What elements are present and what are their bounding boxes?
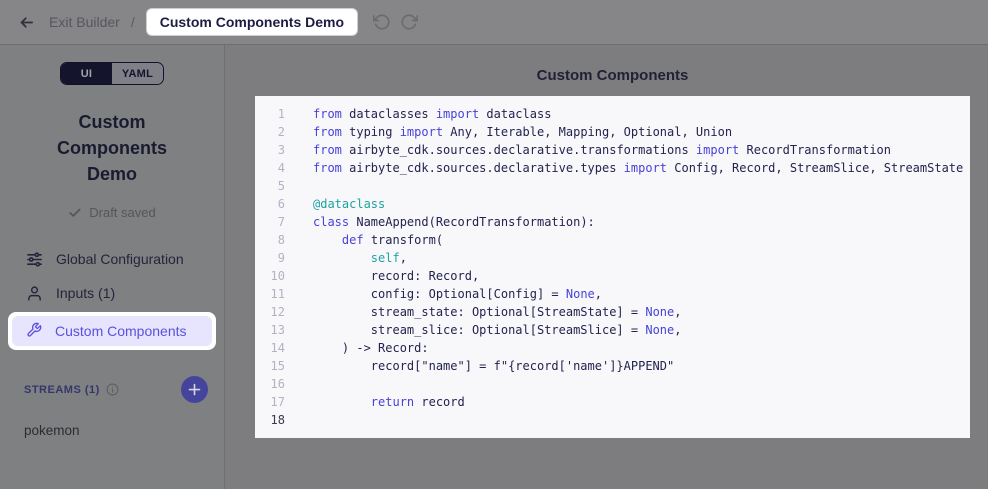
sidebar-item-inputs[interactable]: Inputs (1) — [0, 276, 224, 310]
user-icon — [26, 285, 43, 302]
line-number: 12 — [255, 303, 285, 321]
code-line: 14 ) -> Record: — [255, 339, 970, 357]
line-number: 1 — [255, 105, 285, 123]
sidebar: UI YAML Custom Components Demo Draft sav… — [0, 45, 225, 489]
draft-status: Draft saved — [0, 205, 224, 220]
code-lines: 1 from dataclasses import dataclass 2 from … — [255, 105, 970, 429]
code-line: 16 — [255, 375, 970, 393]
sidebar-item-global-configuration[interactable]: Global Configuration — [0, 242, 224, 276]
sliders-icon — [26, 251, 43, 268]
code-line: 18 — [255, 411, 970, 429]
code-editor[interactable]: 1 from dataclasses import dataclass 2 from … — [255, 96, 970, 438]
page-title: Custom Components — [255, 67, 970, 84]
line-number: 4 — [255, 159, 285, 177]
code-text: stream_slice: Optional[StreamSlice] = No… — [313, 321, 681, 339]
code-line: 17 return record — [255, 393, 970, 411]
code-line: 8 def transform( — [255, 231, 970, 249]
line-number: 8 — [255, 231, 285, 249]
code-line: 2 from typing import Any, Iterable, Mappi… — [255, 123, 970, 141]
custom-components-spotlight: Custom Components — [8, 312, 216, 350]
line-number: 10 — [255, 267, 285, 285]
code-text: ) -> Record: — [313, 339, 429, 357]
sidebar-item-label: Global Configuration — [56, 251, 184, 267]
topbar: Exit Builder / Custom Components Demo — [0, 0, 988, 45]
project-title: Custom Components Demo — [32, 109, 192, 187]
code-line: 10 record: Record, — [255, 267, 970, 285]
toggle-ui[interactable]: UI — [61, 63, 112, 84]
code-text: record: Record, — [313, 267, 479, 285]
code-text: def transform( — [313, 231, 443, 249]
stream-item-pokemon[interactable]: pokemon — [0, 423, 224, 438]
info-icon[interactable] — [106, 383, 119, 396]
line-number: 16 — [255, 375, 285, 393]
line-number: 13 — [255, 321, 285, 339]
builder-nav: Global Configuration Inputs (1) Custom C… — [0, 242, 224, 350]
code-text: self, — [313, 249, 407, 267]
code-line: 1 from dataclasses import dataclass — [255, 105, 970, 123]
line-number: 9 — [255, 249, 285, 267]
code-text: config: Optional[Config] = None, — [313, 285, 602, 303]
project-name-input[interactable]: Custom Components Demo — [146, 8, 358, 36]
line-number: 2 — [255, 123, 285, 141]
code-line: 3 from airbyte_cdk.sources.declarative.tr… — [255, 141, 970, 159]
toggle-yaml[interactable]: YAML — [112, 63, 163, 84]
line-number: 6 — [255, 195, 285, 213]
line-number: 11 — [255, 285, 285, 303]
check-icon — [68, 206, 82, 220]
streams-header: STREAMS (1) — [0, 376, 224, 403]
line-number: 3 — [255, 141, 285, 159]
code-line: 4 from airbyte_cdk.sources.declarative.ty… — [255, 159, 970, 177]
code-line: 12 stream_state: Optional[StreamState] =… — [255, 303, 970, 321]
code-line: 9 self, — [255, 249, 970, 267]
draft-status-label: Draft saved — [89, 205, 155, 220]
code-line: 5 — [255, 177, 970, 195]
code-text: from typing import Any, Iterable, Mappin… — [313, 123, 732, 141]
code-line: 11 config: Optional[Config] = None, — [255, 285, 970, 303]
code-text: from dataclasses import dataclass — [313, 105, 551, 123]
code-text: from airbyte_cdk.sources.declarative.typ… — [313, 159, 963, 177]
code-text: record["name"] = f"{record['name']}APPEN… — [313, 357, 674, 375]
ui-yaml-toggle: UI YAML — [60, 62, 164, 85]
back-arrow-icon[interactable] — [18, 14, 35, 31]
sidebar-item-label: Custom Components — [55, 323, 187, 339]
code-text: class NameAppend(RecordTransformation): — [313, 213, 595, 231]
line-number: 7 — [255, 213, 285, 231]
code-line: 13 stream_slice: Optional[StreamSlice] =… — [255, 321, 970, 339]
line-number: 18 — [255, 411, 285, 429]
undo-icon[interactable] — [373, 13, 391, 31]
redo-icon[interactable] — [400, 13, 418, 31]
breadcrumb-separator: / — [131, 14, 135, 30]
streams-label: STREAMS (1) — [24, 384, 100, 396]
line-number: 17 — [255, 393, 285, 411]
sidebar-item-custom-components[interactable]: Custom Components — [12, 316, 212, 346]
add-stream-button[interactable] — [181, 376, 208, 403]
code-line: 15 record["name"] = f"{record['name']}AP… — [255, 357, 970, 375]
sidebar-item-label: Inputs (1) — [56, 285, 115, 301]
exit-builder-link[interactable]: Exit Builder — [49, 14, 120, 30]
code-text: @dataclass — [313, 195, 385, 213]
code-text: return record — [313, 393, 465, 411]
code-line: 7 class NameAppend(RecordTransformation): — [255, 213, 970, 231]
line-number: 14 — [255, 339, 285, 357]
line-number: 5 — [255, 177, 285, 195]
code-text: stream_state: Optional[StreamState] = No… — [313, 303, 681, 321]
code-text: from airbyte_cdk.sources.declarative.tra… — [313, 141, 891, 159]
code-line: 6 @dataclass — [255, 195, 970, 213]
wrench-icon — [26, 322, 42, 341]
line-number: 15 — [255, 357, 285, 375]
